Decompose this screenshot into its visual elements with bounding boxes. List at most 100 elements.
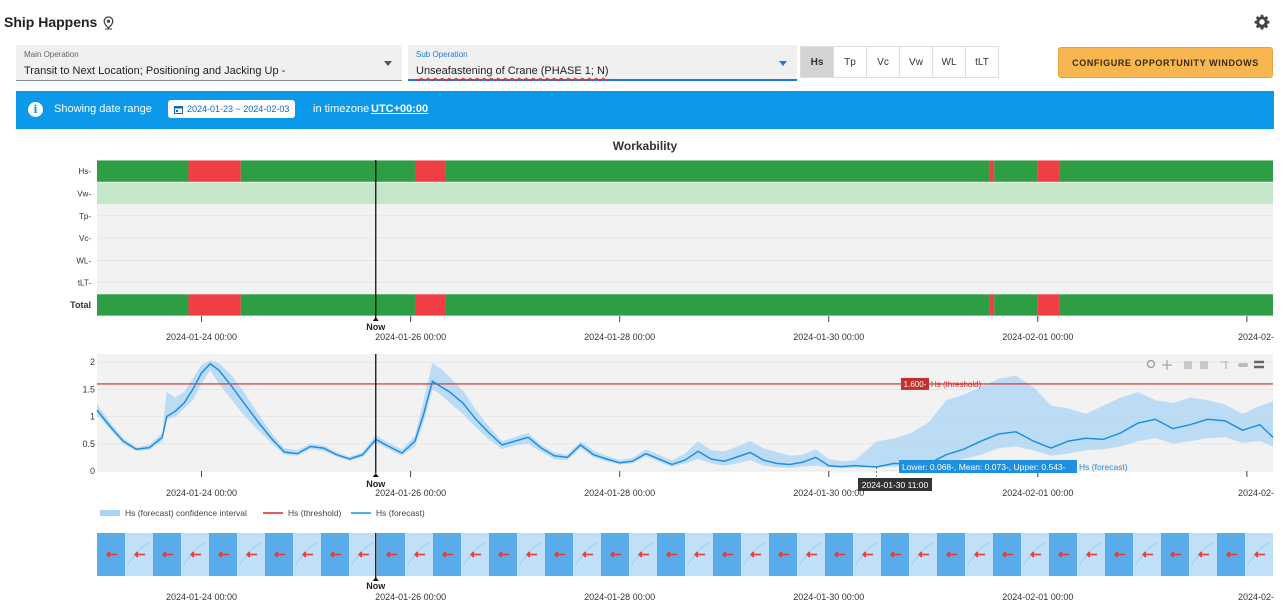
row-label-vc: Vc- bbox=[79, 234, 91, 243]
timezone-link[interactable]: UTC+00:00 bbox=[371, 103, 428, 115]
info-icon: i bbox=[28, 102, 43, 117]
now-label: Now bbox=[366, 322, 386, 332]
status-cell-hs-go[interactable] bbox=[240, 160, 415, 182]
workability-x-tick-label: 2024-01-30 00:00 bbox=[793, 332, 864, 342]
row-label-total: Total bbox=[70, 300, 91, 310]
row-label-tlt: tLT- bbox=[78, 279, 92, 288]
toggle-hs[interactable]: Hs bbox=[801, 47, 834, 77]
zoom-out-icon[interactable] bbox=[1200, 361, 1208, 369]
status-cell-hs-nogo[interactable] bbox=[1037, 160, 1060, 182]
charts-area: Workability Hs- Vw- Tp- Vc- WL-tLT- Total 2024… bbox=[70, 139, 1274, 602]
status-cell-hs-go[interactable] bbox=[994, 160, 1038, 182]
sub-operation-label: Sub Operation bbox=[416, 50, 468, 59]
legend-item-label[interactable]: Hs (forecast) confidence interval bbox=[125, 508, 247, 518]
status-cell-hs-nogo[interactable] bbox=[989, 160, 995, 182]
workability-x-tick-label: 2024-01-24 00:00 bbox=[166, 332, 237, 342]
date-range-banner: i Showing date range 2024-01-23 ~ 2024-0… bbox=[16, 91, 1274, 129]
strip-x-tick-label: 2024-01-24 00:00 bbox=[166, 592, 237, 602]
chevron-down-icon bbox=[384, 61, 392, 66]
row-label-hs: Hs- bbox=[79, 167, 92, 176]
now-marker-icon bbox=[372, 317, 379, 321]
zoom-in-icon[interactable] bbox=[1184, 361, 1192, 369]
strip-x-tick-label: 2024-02- bbox=[1238, 592, 1274, 602]
toggle-wl[interactable]: WL bbox=[933, 47, 966, 77]
hover-series-label: Hs (forecast) bbox=[1079, 462, 1128, 472]
main-operation-label: Main Operation bbox=[24, 50, 79, 59]
app-title-text: Ship Happens bbox=[4, 14, 98, 30]
status-cell-total-nogo[interactable] bbox=[989, 294, 995, 316]
workability-x-tick-label: 2024-01-28 00:00 bbox=[584, 332, 655, 342]
status-cell-total-nogo[interactable] bbox=[414, 294, 446, 316]
line-x-tick-label: 2024-01-24 00:00 bbox=[166, 488, 237, 498]
workability-title: Workability bbox=[613, 139, 678, 153]
status-cell-hs-go[interactable] bbox=[97, 160, 189, 182]
direction-strip-chart[interactable]: Now 2024-01-24 00:00 2024-01-26 00:00 2024-… bbox=[97, 533, 1274, 602]
strip-x-tick-label: 2024-02-01 00:00 bbox=[1002, 592, 1073, 602]
threshold-value-label: 1.600- bbox=[904, 380, 927, 389]
date-range-chip[interactable]: 2024-01-23 ~ 2024-02-03 bbox=[168, 100, 296, 118]
configure-opportunity-windows-button[interactable]: CONFIGURE OPPORTUNITY WINDOWS bbox=[1058, 47, 1273, 78]
workability-chart[interactable]: Hs- Vw- Tp- Vc- WL-tLT- Total 2024-01-24 00:00… bbox=[70, 160, 1274, 342]
workability-x-tick-label: 2024-02- bbox=[1238, 332, 1274, 342]
chart-legend: Hs (forecast) confidence interval Hs (thr… bbox=[100, 508, 425, 518]
y-tick-label: 0.5 bbox=[82, 439, 95, 449]
toggle-tlt[interactable]: tLT bbox=[966, 47, 998, 77]
top-bar: Ship Happens bbox=[0, 0, 1285, 44]
y-tick-label: 0 bbox=[90, 466, 95, 476]
row-label-vw: Vw- bbox=[77, 189, 91, 198]
status-cell-total-nogo[interactable] bbox=[1037, 294, 1060, 316]
status-cell-total-nogo[interactable] bbox=[188, 294, 241, 316]
banner-middle: in timezone bbox=[313, 103, 370, 115]
workability-x-tick-label: 2024-02-01 00:00 bbox=[1002, 332, 1073, 342]
strip-x-tick-label: 2024-01-28 00:00 bbox=[584, 592, 655, 602]
parameter-toggle-group: Hs Tp Vc Vw WL tLT bbox=[800, 46, 999, 78]
status-cell-total-go[interactable] bbox=[994, 294, 1038, 316]
y-tick-label: 1.5 bbox=[82, 384, 95, 394]
sub-operation-select[interactable]: Sub Operation Unseafastening of Crane (P… bbox=[408, 45, 797, 81]
line-x-tick-label: 2024-01-30 00:00 bbox=[793, 488, 864, 498]
toggle-vc[interactable]: Vc bbox=[867, 47, 900, 77]
y-tick-label: 1 bbox=[90, 412, 95, 422]
toggle-vw[interactable]: Vw bbox=[900, 47, 933, 77]
status-cell-vw-light_go[interactable] bbox=[97, 182, 1273, 205]
main-operation-select[interactable]: Main Operation Transit to Next Location;… bbox=[16, 45, 402, 81]
status-cell-total-go[interactable] bbox=[240, 294, 415, 316]
banner-prefix: Showing date range bbox=[54, 103, 152, 115]
settings-gear-icon[interactable] bbox=[1254, 14, 1270, 30]
hover-value-label: Lower: 0.068-, Mean: 0.073-, Upper: 0.54… bbox=[902, 462, 1066, 472]
workability-x-tick-label: 2024-01-26 00:00 bbox=[375, 332, 446, 342]
toggle-tp[interactable]: Tp bbox=[834, 47, 867, 77]
reset-axes-icon[interactable] bbox=[1238, 363, 1248, 367]
location-pin-icon bbox=[103, 16, 114, 30]
chevron-down-icon bbox=[779, 61, 787, 66]
status-cell-hs-nogo[interactable] bbox=[414, 160, 446, 182]
status-cell-hs-go[interactable] bbox=[1059, 160, 1273, 182]
line-x-tick-label: 2024-02-01 00:00 bbox=[1002, 488, 1073, 498]
now-label: Now bbox=[366, 581, 386, 591]
threshold-name-label: Hs (threshold) bbox=[931, 380, 982, 389]
row-label-wl: WL- bbox=[76, 256, 91, 265]
status-cell-hs-nogo[interactable] bbox=[188, 160, 241, 182]
status-cell-total-go[interactable] bbox=[97, 294, 189, 316]
now-marker-icon bbox=[372, 473, 379, 477]
now-label: Now bbox=[366, 479, 386, 489]
status-cell-total-go[interactable] bbox=[445, 294, 990, 316]
row-label-tp: Tp- bbox=[79, 212, 91, 221]
line-x-tick-label: 2024-01-26 00:00 bbox=[375, 488, 446, 498]
status-cell-total-go[interactable] bbox=[1059, 294, 1273, 316]
legend-swatch-band bbox=[100, 510, 120, 516]
calendar-icon bbox=[174, 105, 183, 114]
legend-item-label[interactable]: Hs (forecast) bbox=[376, 508, 425, 518]
hover-time-label: 2024-01-30 11:00 bbox=[862, 480, 929, 490]
line-x-tick-label: 2024-02- bbox=[1238, 488, 1274, 498]
date-range-value: 2024-01-23 ~ 2024-02-03 bbox=[187, 104, 290, 114]
main-operation-value: Transit to Next Location; Positioning an… bbox=[24, 65, 286, 77]
line-x-tick-label: 2024-01-28 00:00 bbox=[584, 488, 655, 498]
strip-x-tick-label: 2024-01-26 00:00 bbox=[375, 592, 446, 602]
status-cell-hs-go[interactable] bbox=[445, 160, 990, 182]
y-tick-label: 2 bbox=[90, 357, 95, 367]
hs-forecast-chart[interactable]: 0 0.5 1 1.5 2 1.600- Hs (threshold) 2024-01-24 … bbox=[82, 354, 1274, 498]
legend-item-label[interactable]: Hs (threshold) bbox=[288, 508, 342, 518]
app-title: Ship Happens bbox=[4, 14, 114, 30]
strip-x-tick-label: 2024-01-30 00:00 bbox=[793, 592, 864, 602]
